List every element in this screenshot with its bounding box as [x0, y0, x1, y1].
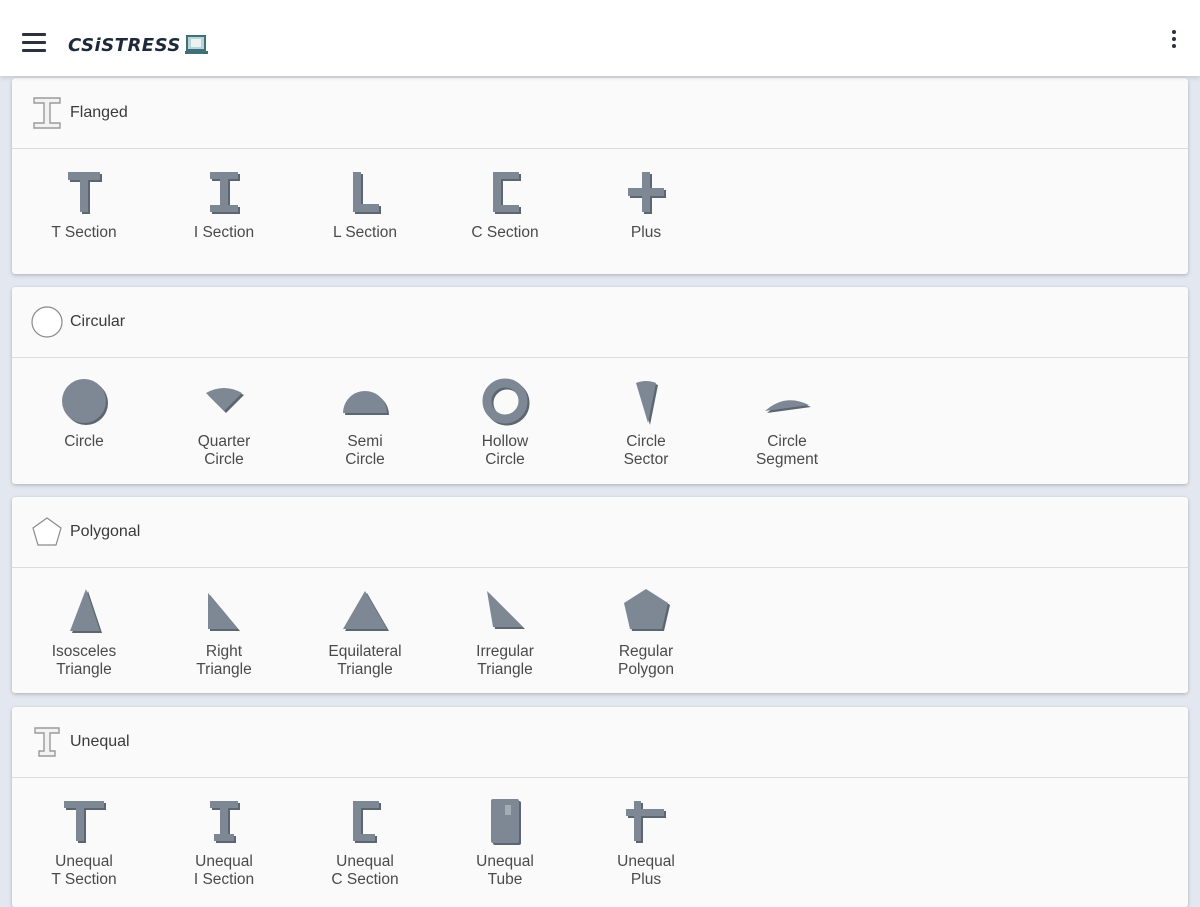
logo-text: CSiSTRESS: [68, 34, 181, 56]
app-bar: CSiSTRESS: [0, 0, 1200, 76]
circle-icon: [62, 379, 108, 425]
shape-regular-polygon[interactable]: Regular Polygon: [586, 581, 706, 679]
plus-section-icon: [628, 172, 666, 214]
circle-sector-icon: [636, 381, 658, 425]
shape-quarter-circle[interactable]: Quarter Circle: [164, 371, 284, 469]
equilateral-triangle-icon: [343, 591, 389, 631]
shape-irregular-triangle[interactable]: Irregular Triangle: [445, 581, 565, 679]
semi-circle-icon: [343, 391, 389, 415]
section-header[interactable]: Polygonal: [12, 497, 1188, 568]
shape-circle-sector[interactable]: Circle Sector: [586, 371, 706, 469]
section-unequal: Unequal Unequal T Section Unequal I Sect…: [12, 707, 1188, 907]
c-section-icon: [493, 172, 521, 214]
regular-polygon-icon: [624, 589, 670, 631]
right-triangle-icon: [208, 593, 240, 631]
shape-equilateral-triangle[interactable]: Equilateral Triangle: [305, 581, 425, 679]
unequal-i-section-icon: [210, 801, 240, 843]
shape-l-section[interactable]: L Section: [305, 162, 425, 242]
shape-t-section[interactable]: T Section: [24, 162, 144, 242]
shape-circle[interactable]: Circle: [24, 371, 144, 451]
hamburger-menu-icon[interactable]: [22, 33, 46, 53]
unequal-i-beam-outline-icon: [34, 727, 60, 757]
i-section-icon: [210, 172, 240, 214]
shape-unequal-t-section[interactable]: Unequal T Section: [24, 791, 144, 889]
shape-hollow-circle[interactable]: Hollow Circle: [445, 371, 565, 469]
circle-segment-icon: [765, 400, 811, 413]
shape-right-triangle[interactable]: Right Triangle: [164, 581, 284, 679]
hollow-circle-icon: [482, 378, 530, 426]
shape-unequal-c-section[interactable]: Unequal C Section: [305, 791, 425, 889]
shape-unequal-i-section[interactable]: Unequal I Section: [164, 791, 284, 889]
unequal-t-section-icon: [64, 801, 106, 843]
logo-computer-icon: [184, 35, 208, 54]
app-logo: CSiSTRESS: [68, 30, 209, 60]
shape-unequal-tube[interactable]: Unequal Tube: [445, 791, 565, 889]
pentagon-outline-icon: [32, 517, 62, 546]
unequal-tube-icon: [491, 799, 521, 845]
l-section-icon: [353, 172, 381, 214]
section-header[interactable]: Circular: [12, 287, 1188, 358]
irregular-triangle-icon: [487, 591, 525, 629]
shape-circle-segment[interactable]: Circle Segment: [727, 371, 847, 469]
section-title: Flanged: [70, 104, 128, 121]
circle-outline-icon: [31, 306, 63, 338]
shape-plus[interactable]: Plus: [586, 162, 706, 242]
shape-semi-circle[interactable]: Semi Circle: [305, 371, 425, 469]
quarter-circle-icon: [206, 388, 244, 413]
section-title: Circular: [70, 313, 126, 330]
section-title: Polygonal: [70, 523, 141, 540]
shape-isosceles-triangle[interactable]: Isosceles Triangle: [24, 581, 144, 679]
unequal-plus-icon: [626, 801, 666, 843]
i-beam-outline-icon: [33, 97, 61, 129]
section-title: Unequal: [70, 733, 130, 750]
shape-unequal-plus[interactable]: Unequal Plus: [586, 791, 706, 889]
overflow-menu-icon[interactable]: [1164, 30, 1184, 56]
isosceles-triangle-icon: [70, 589, 102, 633]
unequal-c-section-icon: [353, 801, 381, 843]
shape-i-section[interactable]: I Section: [164, 162, 284, 242]
section-header[interactable]: Unequal: [12, 707, 1188, 778]
section-header[interactable]: Flanged: [12, 78, 1188, 149]
section-flanged: Flanged T Section I Section L Section C …: [12, 78, 1188, 274]
section-circular: Circular Circle Quarter Circle Semi Circ…: [12, 287, 1188, 484]
shape-c-section[interactable]: C Section: [445, 162, 565, 242]
section-polygonal: Polygonal Isosceles Triangle Right Trian…: [12, 497, 1188, 693]
t-section-icon: [68, 172, 102, 214]
